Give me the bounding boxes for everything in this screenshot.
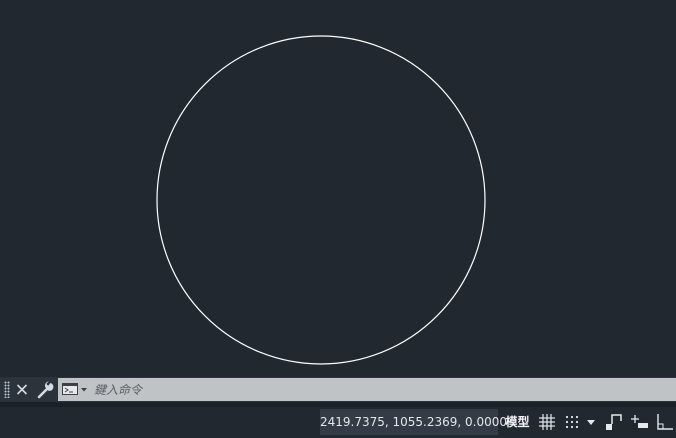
command-window-icon[interactable] — [61, 380, 89, 399]
grid-icon[interactable] — [537, 411, 557, 433]
status-bar: 2419.7375, 1055.2369, 0.0000 模型 — [0, 407, 676, 438]
model-space-button[interactable]: 模型 — [501, 409, 534, 435]
snap-icon[interactable] — [562, 411, 582, 433]
drawing-circle[interactable] — [156, 35, 486, 365]
command-input-area — [58, 378, 676, 401]
wrench-icon[interactable] — [36, 379, 54, 400]
ortho-icon[interactable] — [655, 411, 675, 433]
command-input[interactable] — [94, 379, 664, 400]
drawing-canvas[interactable] — [0, 0, 676, 376]
close-icon[interactable] — [13, 379, 31, 400]
coordinates-readout[interactable]: 2419.7375, 1055.2369, 0.0000 — [320, 409, 507, 435]
command-line — [0, 377, 676, 402]
dropdown-arrow-icon[interactable] — [584, 411, 598, 433]
dynamic-input-icon[interactable] — [630, 411, 650, 433]
drawing-area[interactable] — [0, 0, 676, 376]
infer-constraints-icon[interactable] — [604, 411, 626, 433]
drag-handle-icon[interactable] — [4, 381, 10, 398]
